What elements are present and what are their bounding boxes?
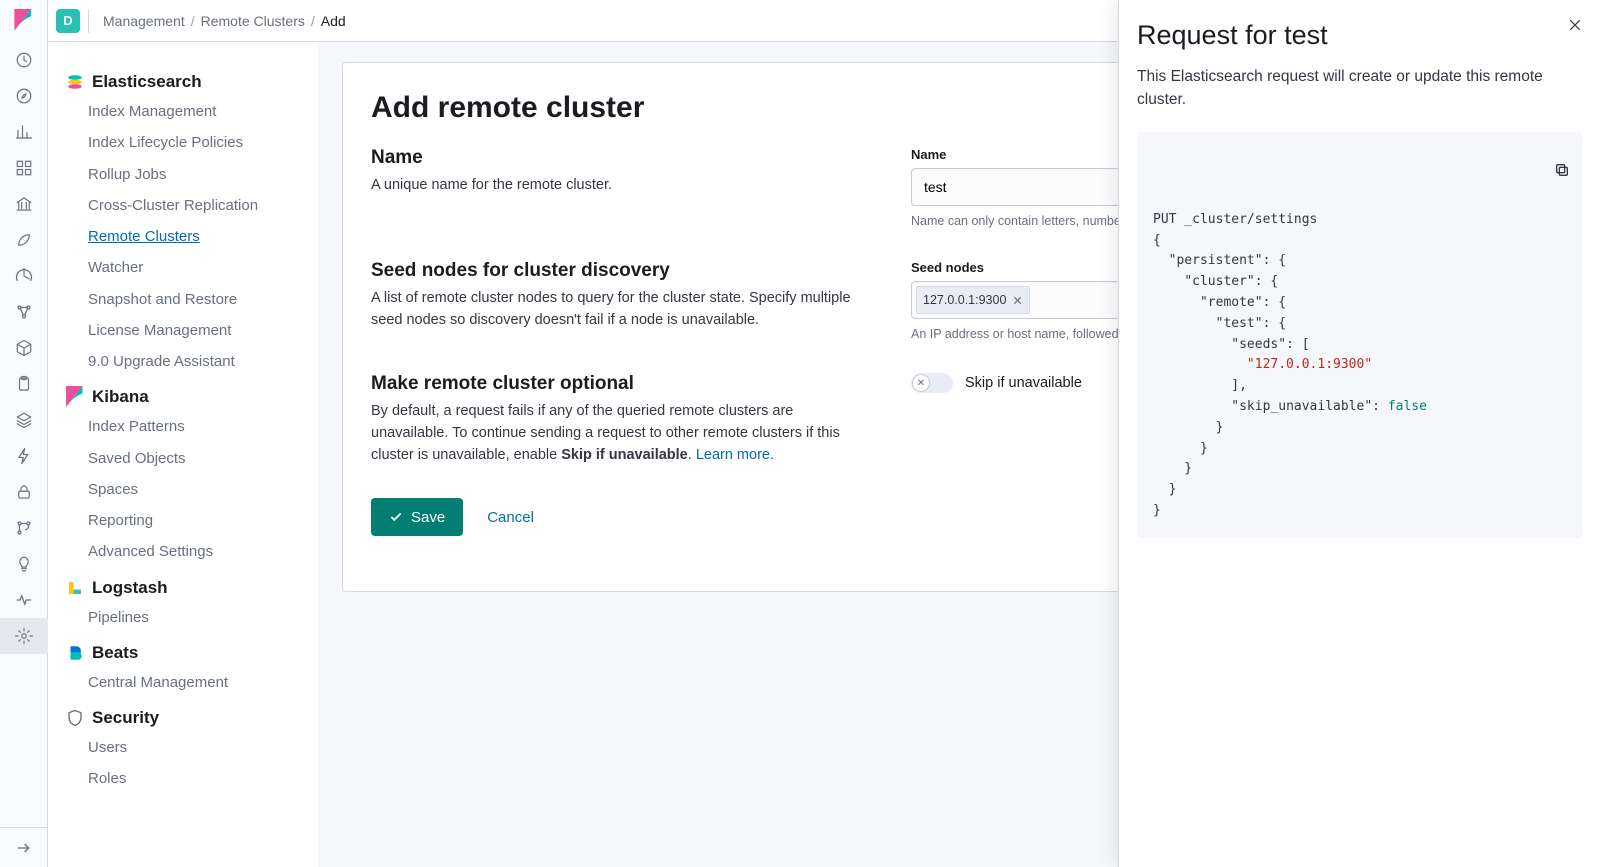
breadcrumb-sep-icon: / [311,13,315,29]
optional-help-after: . [688,447,696,463]
check-icon [389,510,403,524]
rail-package-icon[interactable] [0,330,48,366]
sidenav-section-elasticsearch: Elasticsearch [60,68,318,96]
section-title-text: Beats [92,643,138,663]
logstash-icon [66,579,84,597]
switch-thumb-off-icon: ✕ [912,374,930,392]
sidenav-item-remote-clusters[interactable]: Remote Clusters [60,221,318,252]
space-selector[interactable]: D [56,9,80,33]
section-title-text: Elasticsearch [92,72,202,92]
name-heading: Name [371,147,871,169]
rail-radar-icon[interactable] [0,258,48,294]
sidenav-item-index-management[interactable]: Index Management [60,96,318,127]
sidenav-item-watcher[interactable]: Watcher [60,252,318,283]
rail-bulb-icon[interactable] [0,546,48,582]
request-flyout: Request for test This Elasticsearch requ… [1118,0,1600,867]
save-button-label: Save [411,509,445,526]
sidenav-item-advanced-settings[interactable]: Advanced Settings [60,536,318,567]
rail-collapse-button[interactable] [0,827,48,867]
seed-pill: 127.0.0.1:9300 ✕ [916,286,1030,314]
rail-layers-icon[interactable] [0,402,48,438]
name-help: A unique name for the remote cluster. [371,175,871,197]
rail-grid-icon[interactable] [0,150,48,186]
rail-branch-icon[interactable] [0,510,48,546]
topbar-divider [88,9,89,33]
optional-help-bold: Skip if unavailable [561,447,688,463]
pill-remove-icon[interactable]: ✕ [1012,293,1022,308]
kibana-icon [66,388,84,406]
sidenav-item-index-lifecycle-policies[interactable]: Index Lifecycle Policies [60,127,318,158]
sidenav-item-roles[interactable]: Roles [60,763,318,794]
sidenav-section-beats: Beats [60,639,318,667]
elasticsearch-icon [66,73,84,91]
sidenav-item-reporting[interactable]: Reporting [60,505,318,536]
section-title-text: Kibana [92,387,149,407]
rail-heartbeat-icon[interactable] [0,582,48,618]
sidenav-item-rollup-jobs[interactable]: Rollup Jobs [60,159,318,190]
rail-bar-chart-icon[interactable] [0,114,48,150]
code-content[interactable]: PUT _cluster/settings { "persistent": { … [1153,210,1566,522]
close-icon [1568,18,1582,32]
section-title-text: Security [92,708,159,728]
sidenav-item-cross-cluster-replication[interactable]: Cross-Cluster Replication [60,190,318,221]
kibana-logo[interactable] [0,0,48,42]
optional-heading: Make remote cluster optional [371,373,871,395]
management-sidenav: Elasticsearch Index ManagementIndex Lifec… [48,42,318,867]
pill-text: 127.0.0.1:9300 [923,293,1006,307]
left-rail [0,0,48,867]
rail-bank-icon[interactable] [0,186,48,222]
breadcrumb-parent[interactable]: Remote Clusters [201,13,305,29]
section-title-text: Logstash [92,578,168,598]
cancel-button[interactable]: Cancel [487,509,534,526]
optional-help: By default, a request fails if any of th… [371,401,871,466]
copy-icon [1554,162,1570,178]
flyout-close-button[interactable] [1568,18,1582,35]
rail-graph-icon[interactable] [0,294,48,330]
save-button[interactable]: Save [371,498,463,536]
sidenav-item-license-management[interactable]: License Management [60,315,318,346]
sidenav-item-index-patterns[interactable]: Index Patterns [60,411,318,442]
request-code-block: PUT _cluster/settings { "persistent": { … [1137,132,1582,538]
sidenav-item-snapshot-and-restore[interactable]: Snapshot and Restore [60,284,318,315]
flyout-description: This Elasticsearch request will create o… [1137,65,1582,112]
breadcrumb-sep-icon: / [191,13,195,29]
flyout-title: Request for test [1137,20,1582,51]
rail-clock-icon[interactable] [0,42,48,78]
sidenav-section-logstash: Logstash [60,574,318,602]
sidenav-item-users[interactable]: Users [60,732,318,763]
rail-gear-icon[interactable] [0,618,48,654]
switch-label: Skip if unavailable [965,375,1082,391]
copy-button[interactable] [1507,142,1570,207]
rail-lock-icon[interactable] [0,474,48,510]
sidenav-item-spaces[interactable]: Spaces [60,474,318,505]
rail-compass-icon[interactable] [0,78,48,114]
sidenav-item-9-0-upgrade-assistant[interactable]: 9.0 Upgrade Assistant [60,346,318,377]
breadcrumb-current: Add [321,13,346,29]
seed-help: A list of remote cluster nodes to query … [371,288,871,332]
breadcrumb-root[interactable]: Management [103,13,185,29]
sidenav-item-pipelines[interactable]: Pipelines [60,602,318,633]
rail-bolt-icon[interactable] [0,438,48,474]
sidenav-item-saved-objects[interactable]: Saved Objects [60,443,318,474]
sidenav-section-security: Security [60,704,318,732]
skip-unavailable-switch[interactable]: ✕ [911,373,953,393]
rail-leaf-icon[interactable] [0,222,48,258]
sidenav-item-central-management[interactable]: Central Management [60,667,318,698]
rail-clipboard-icon[interactable] [0,366,48,402]
beats-icon [66,644,84,662]
security-icon [66,709,84,727]
learn-more-link[interactable]: Learn more. [696,447,774,463]
sidenav-section-kibana: Kibana [60,383,318,411]
seed-heading: Seed nodes for cluster discovery [371,260,871,282]
